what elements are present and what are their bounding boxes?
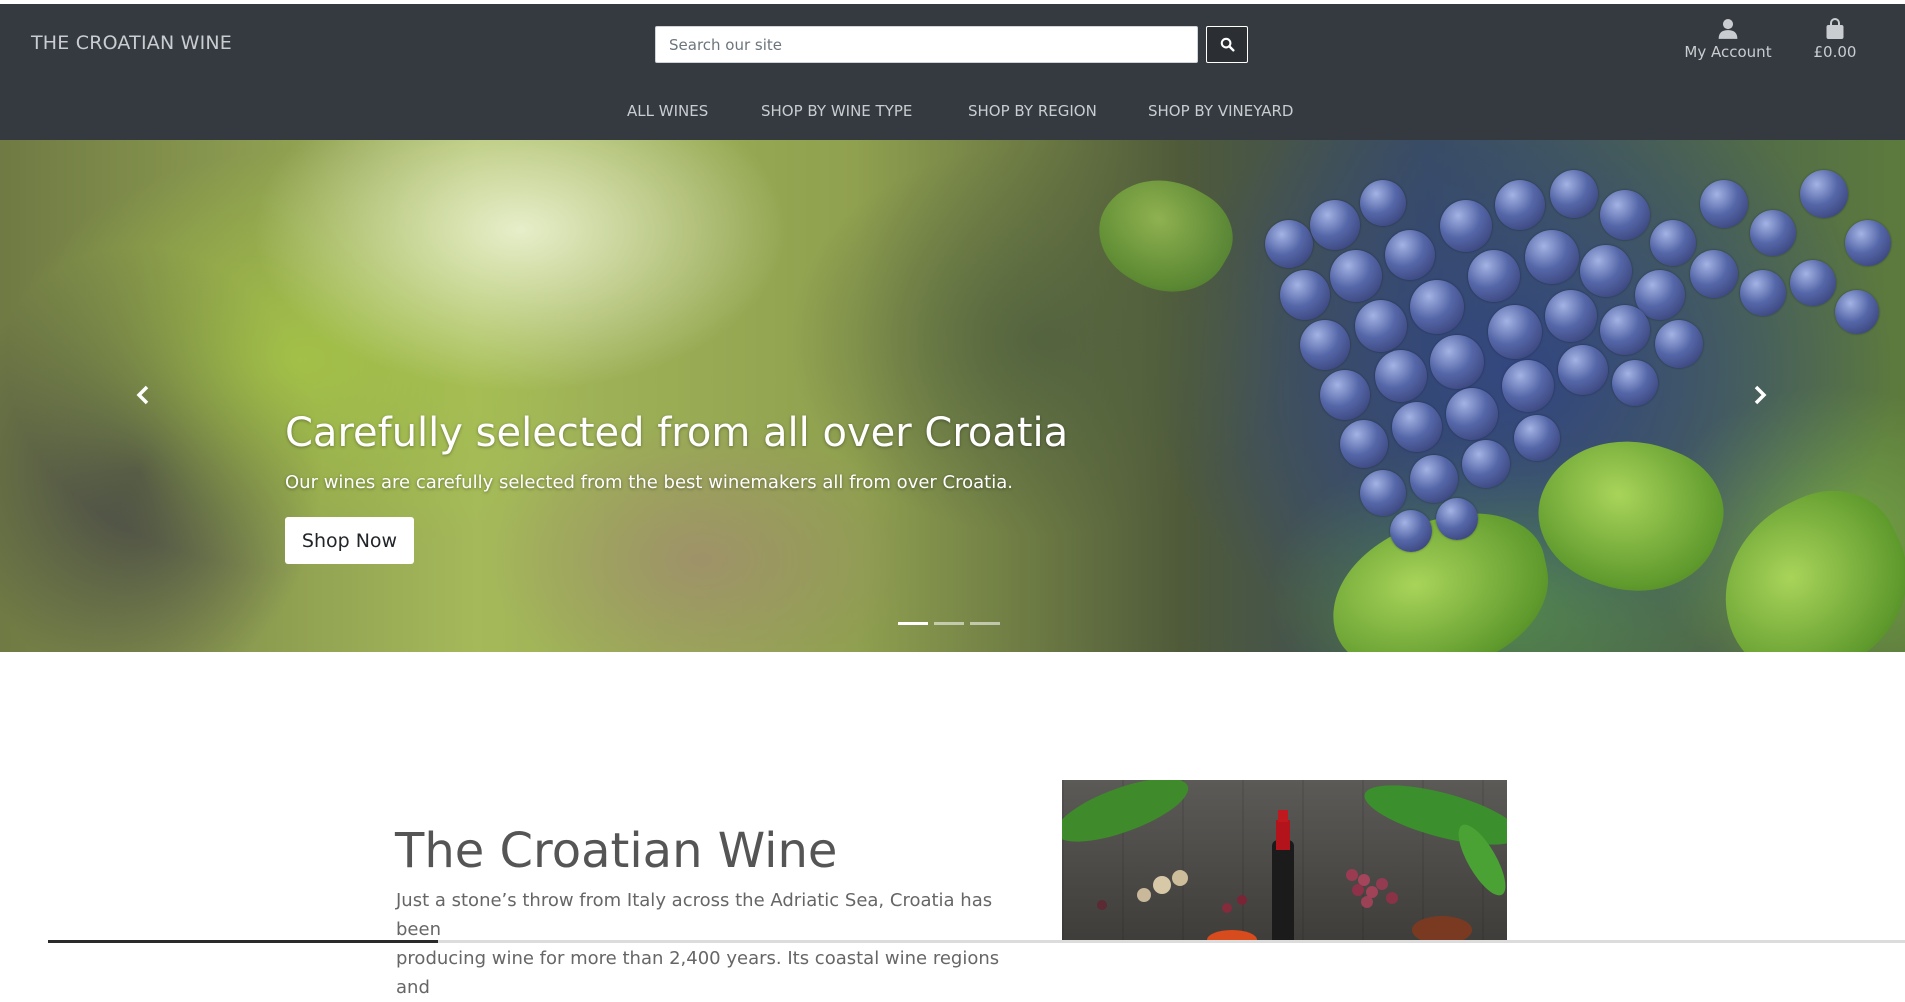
wine-table-illustration bbox=[1062, 780, 1507, 943]
search-button[interactable] bbox=[1206, 26, 1248, 63]
main-nav: ALL WINES SHOP BY WINE TYPE SHOP BY REGI… bbox=[0, 102, 1905, 130]
carousel-indicator-1[interactable] bbox=[898, 622, 928, 625]
hero-text: Our wines are carefully selected from th… bbox=[285, 472, 1013, 493]
user-icon bbox=[1718, 18, 1738, 39]
my-account-link[interactable]: My Account bbox=[1680, 16, 1776, 61]
nav-item-shop-by-region[interactable]: SHOP BY REGION bbox=[968, 102, 1097, 120]
about-text-line: Just a stone’s throw from Italy across t… bbox=[396, 890, 993, 940]
nav-item-all-wines[interactable]: ALL WINES bbox=[627, 102, 708, 120]
hero-carousel: Carefully selected from all over Croatia… bbox=[0, 140, 1905, 652]
my-account-label: My Account bbox=[1684, 43, 1772, 61]
nav-item-shop-by-wine-type[interactable]: SHOP BY WINE TYPE bbox=[761, 102, 912, 120]
bag-total: £0.00 bbox=[1813, 43, 1857, 61]
carousel-indicators bbox=[898, 622, 1000, 626]
about-text-line: producing wine for more than 2,400 years… bbox=[396, 948, 1000, 998]
about-title: The Croatian Wine bbox=[395, 823, 838, 879]
search-icon bbox=[1220, 37, 1235, 52]
shopping-bag-icon bbox=[1826, 18, 1844, 39]
nav-item-shop-by-vineyard[interactable]: SHOP BY VINEYARD bbox=[1148, 102, 1293, 120]
search-input[interactable] bbox=[655, 26, 1198, 63]
chevron-left-icon bbox=[136, 385, 149, 405]
carousel-next-button[interactable] bbox=[1745, 380, 1775, 410]
wine-table-image bbox=[1062, 780, 1507, 943]
site-header: THE CROATIAN WINE My Account £0.00 ALL W… bbox=[0, 4, 1905, 140]
about-text: Just a stone’s throw from Italy across t… bbox=[396, 886, 1036, 1002]
carousel-prev-button[interactable] bbox=[128, 380, 158, 410]
brand-logo-link[interactable]: THE CROATIAN WINE bbox=[31, 32, 232, 54]
hero-title: Carefully selected from all over Croatia bbox=[285, 410, 1069, 456]
chevron-right-icon bbox=[1754, 385, 1767, 405]
shopping-bag-link[interactable]: £0.00 bbox=[1802, 16, 1868, 61]
carousel-indicator-3[interactable] bbox=[970, 622, 1000, 625]
shop-now-button[interactable]: Shop Now bbox=[285, 517, 414, 564]
carousel-indicator-2[interactable] bbox=[934, 622, 964, 625]
